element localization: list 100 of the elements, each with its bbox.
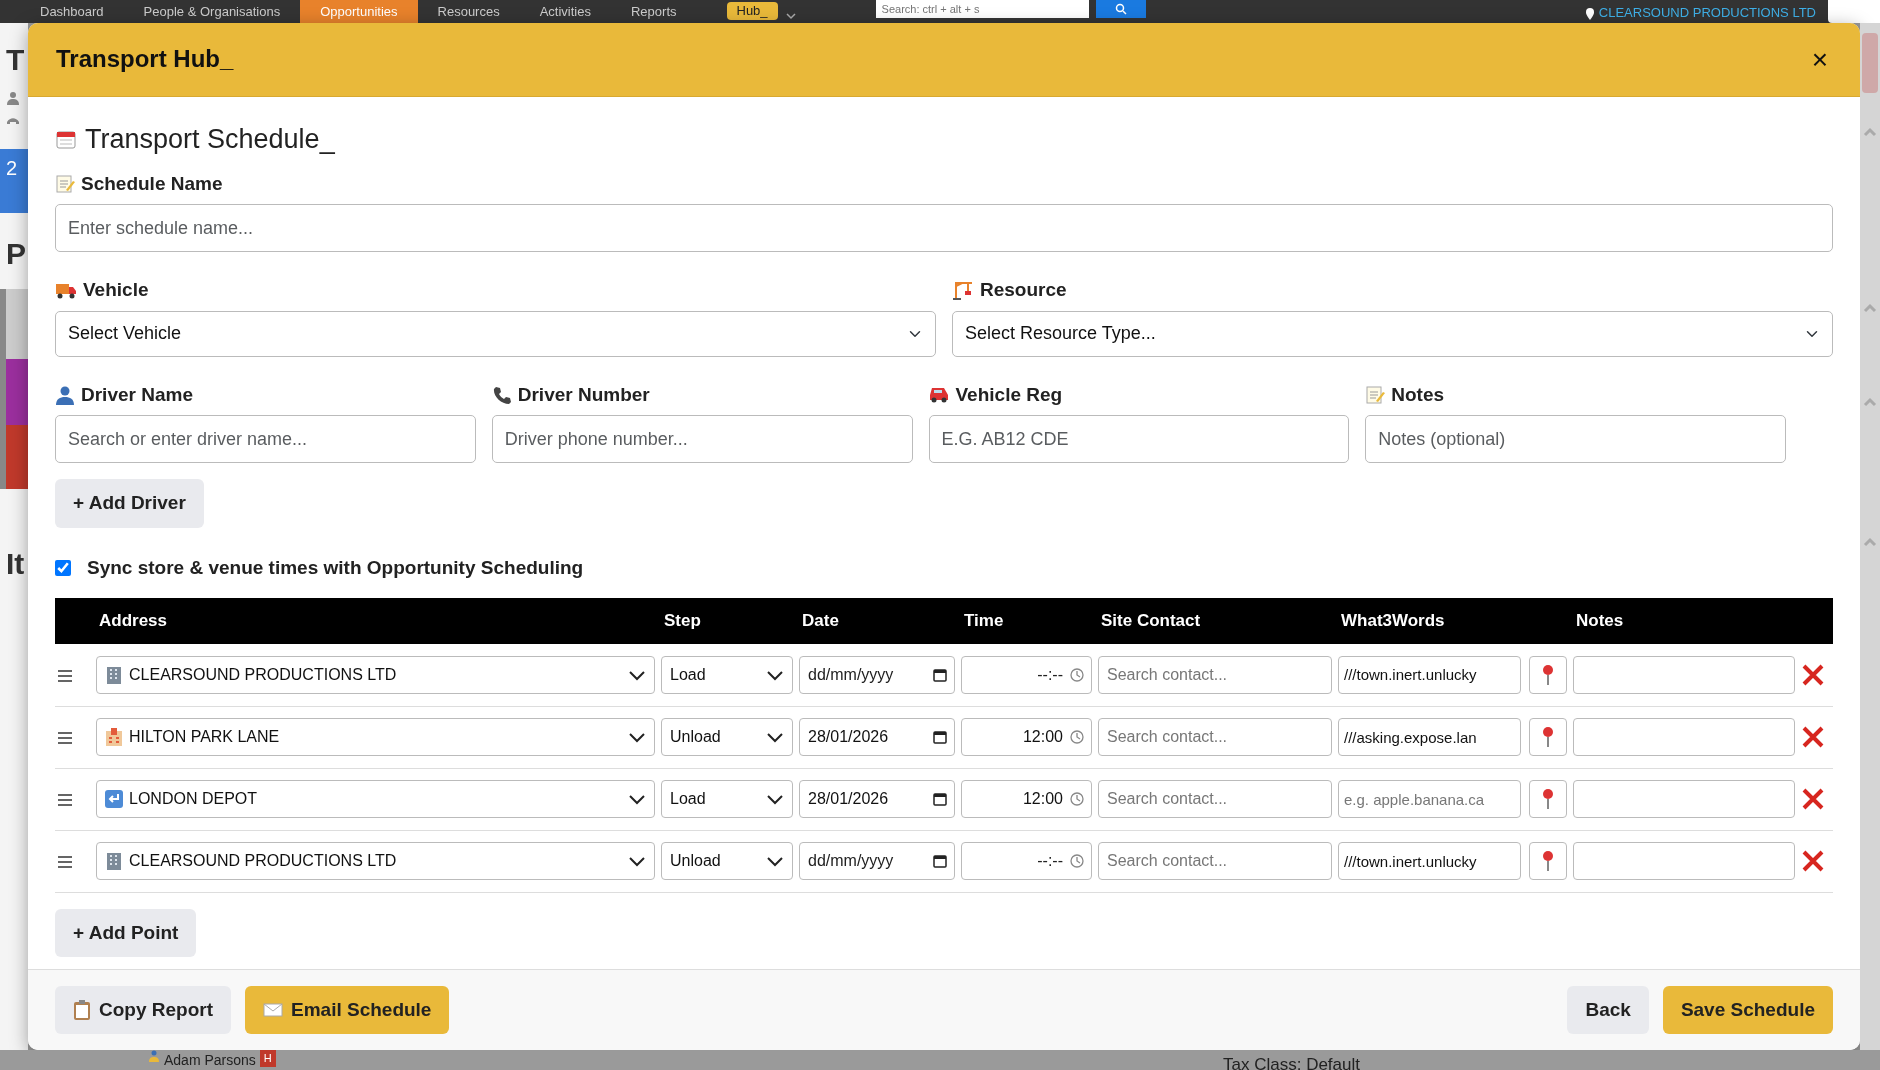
field-label: Schedule Name bbox=[81, 171, 223, 196]
field-label: Vehicle bbox=[83, 278, 149, 302]
phone-icon bbox=[491, 384, 512, 405]
address-select[interactable]: LONDON DEPOT bbox=[96, 780, 655, 818]
field-label: Driver Number bbox=[517, 382, 650, 407]
person-icon bbox=[55, 384, 75, 405]
drag-handle-icon bbox=[58, 793, 72, 806]
step-select[interactable]: Load bbox=[661, 780, 793, 818]
add-driver-button[interactable]: + Add Driver bbox=[55, 479, 204, 528]
date-field[interactable]: 28/01/2026 bbox=[799, 780, 955, 818]
back-button[interactable]: Back bbox=[1567, 985, 1649, 1034]
date-field[interactable]: 28/01/2026 bbox=[799, 718, 955, 756]
email-schedule-button[interactable]: Email Schedule bbox=[245, 985, 450, 1034]
notes-field[interactable] bbox=[1573, 655, 1795, 694]
field-label: Resource bbox=[980, 278, 1067, 302]
close-button[interactable]: × bbox=[1807, 45, 1832, 74]
resource-select[interactable]: Select Resource Type... bbox=[952, 310, 1833, 357]
delete-button[interactable] bbox=[1801, 786, 1825, 812]
heading-fragment: T bbox=[5, 45, 25, 75]
notes-field[interactable] bbox=[1573, 718, 1795, 756]
notes-field[interactable]: Notes (optional) bbox=[1365, 415, 1786, 463]
drag-handle-icon bbox=[58, 855, 72, 868]
caret-icon bbox=[628, 669, 646, 682]
nav-tab[interactable]: Dashboard bbox=[20, 0, 124, 23]
nav-tab[interactable]: Reports bbox=[610, 0, 697, 23]
pin-button[interactable] bbox=[1529, 780, 1567, 818]
what3words-field[interactable]: e.g. apple.banana.ca bbox=[1338, 780, 1522, 818]
date-field[interactable]: dd/mm/yyyy bbox=[799, 655, 955, 694]
step-select[interactable]: Unload bbox=[661, 718, 793, 756]
search-button[interactable] bbox=[1095, 0, 1146, 18]
sync-checkbox[interactable] bbox=[55, 559, 71, 576]
pin-icon bbox=[1541, 726, 1556, 748]
search-field[interactable]: Search: ctrl + alt + s bbox=[875, 0, 1089, 18]
add-point-button[interactable]: + Add Point bbox=[55, 908, 197, 957]
address-select[interactable]: CLEARSOUND PRODUCTIONS LTD bbox=[96, 842, 655, 880]
step-select[interactable]: Unload bbox=[661, 842, 793, 880]
caret-icon bbox=[766, 855, 784, 868]
time-field[interactable]: --:-- bbox=[961, 655, 1092, 694]
address-select[interactable]: CLEARSOUND PRODUCTIONS LTD bbox=[96, 655, 655, 694]
column-header: Address bbox=[99, 611, 168, 631]
clock-icon bbox=[1070, 667, 1084, 682]
driver-name-field[interactable]: Search or enter driver name... bbox=[55, 415, 476, 463]
heading-fragment: P bbox=[5, 239, 26, 269]
column-header: Step bbox=[664, 611, 701, 631]
delete-icon bbox=[1801, 663, 1825, 688]
delete-button[interactable] bbox=[1801, 662, 1825, 688]
date-field[interactable]: dd/mm/yyyy bbox=[799, 842, 955, 880]
what3words-field[interactable]: ///asking.expose.lan bbox=[1338, 718, 1522, 756]
caret-icon bbox=[628, 793, 646, 806]
calendar-icon bbox=[933, 792, 947, 806]
checkbox-label: Sync store & venue times with Opportunity Scheduling bbox=[87, 555, 584, 580]
section-title: Transport Schedule_ bbox=[85, 123, 335, 156]
location-pin-icon bbox=[1584, 6, 1595, 20]
column-header: Date bbox=[802, 611, 839, 631]
person-icon bbox=[6, 90, 20, 105]
site-contact-field[interactable]: Search contact... bbox=[1098, 842, 1332, 880]
heading-fragment: It bbox=[5, 549, 25, 579]
nav-tab[interactable]: Resources bbox=[417, 0, 520, 23]
pin-button[interactable] bbox=[1529, 718, 1567, 756]
vehicle-select[interactable]: Select Vehicle bbox=[55, 310, 936, 357]
caret-icon bbox=[766, 793, 784, 806]
step-select[interactable]: Load bbox=[661, 655, 793, 694]
delete-button[interactable] bbox=[1801, 848, 1825, 874]
building-icon bbox=[105, 665, 123, 684]
calendar-icon bbox=[933, 730, 947, 744]
column-header: Site Contact bbox=[1101, 611, 1201, 631]
pin-icon bbox=[1541, 788, 1556, 810]
site-contact-field[interactable]: Search contact... bbox=[1098, 780, 1332, 818]
company-link[interactable]: CLEARSOUND PRODUCTIONS LTD bbox=[1598, 3, 1816, 23]
calendar-icon bbox=[933, 667, 947, 682]
memo-icon bbox=[55, 173, 75, 194]
nav-tab[interactable]: Activities bbox=[519, 0, 611, 23]
delete-button[interactable] bbox=[1801, 724, 1825, 750]
time-field[interactable]: 12:00 bbox=[961, 780, 1092, 818]
nav-tab[interactable]: People & Organisations bbox=[123, 0, 301, 23]
modal-title: Transport Hub_ bbox=[56, 45, 234, 74]
vehicle-reg-field[interactable]: E.G. AB12 CDE bbox=[928, 415, 1350, 463]
pin-button[interactable] bbox=[1529, 655, 1567, 694]
address-select[interactable]: HILTON PARK LANE bbox=[96, 718, 655, 756]
hotel-icon bbox=[105, 728, 123, 746]
phone-field[interactable]: Driver phone number... bbox=[491, 415, 913, 463]
what3words-field[interactable]: ///town.inert.unlucky bbox=[1338, 842, 1522, 880]
crane-icon bbox=[952, 280, 974, 301]
clock-icon bbox=[1070, 730, 1084, 744]
site-contact-field[interactable]: Search contact... bbox=[1098, 655, 1332, 694]
time-field[interactable]: --:-- bbox=[961, 842, 1092, 880]
hub-button[interactable]: Hub_ bbox=[726, 2, 778, 20]
site-contact-field[interactable]: Search contact... bbox=[1098, 718, 1332, 756]
copy-report-button[interactable]: Copy Report bbox=[55, 985, 231, 1034]
pin-icon bbox=[1541, 850, 1556, 872]
time-field[interactable]: 12:00 bbox=[961, 718, 1092, 756]
save-schedule-button[interactable]: Save Schedule bbox=[1662, 985, 1833, 1034]
tax-class-text: Tax Class: Default bbox=[1223, 1054, 1360, 1070]
pin-button[interactable] bbox=[1529, 842, 1567, 880]
schedule-name-field[interactable]: Enter schedule name... bbox=[55, 204, 1833, 252]
notes-field[interactable] bbox=[1573, 842, 1795, 880]
caret-icon bbox=[766, 731, 784, 744]
what3words-field[interactable]: ///town.inert.unlucky bbox=[1338, 655, 1522, 694]
notes-field[interactable] bbox=[1573, 780, 1795, 818]
envelope-icon bbox=[263, 1001, 283, 1018]
